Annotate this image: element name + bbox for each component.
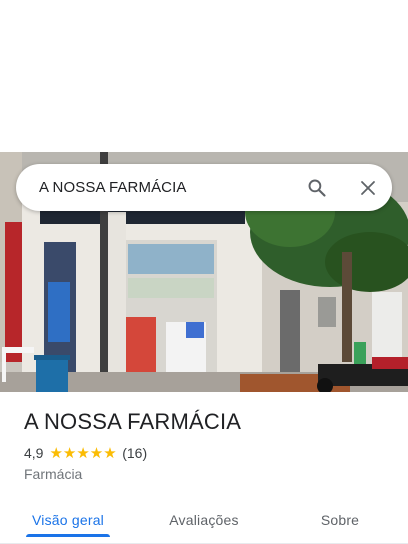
- rating-value: 4,9: [24, 445, 44, 461]
- close-icon[interactable]: [356, 176, 380, 200]
- tab-reviews[interactable]: Avaliações: [136, 496, 272, 543]
- search-bar[interactable]: A NOSSA FARMÁCIA: [16, 164, 392, 211]
- star-icon: ★★★★★: [49, 444, 117, 462]
- tab-about[interactable]: Sobre: [272, 496, 408, 543]
- search-input[interactable]: A NOSSA FARMÁCIA: [39, 179, 305, 196]
- tab-bar: Visão geral Avaliações Sobre: [0, 496, 408, 544]
- place-category[interactable]: Farmácia: [24, 466, 392, 482]
- review-count[interactable]: (16): [122, 445, 147, 461]
- tab-overview[interactable]: Visão geral: [0, 496, 136, 543]
- star-rating: ★★★★★: [49, 446, 117, 461]
- search-icon[interactable]: [305, 176, 329, 200]
- place-title: A NOSSA FARMÁCIA: [24, 409, 242, 434]
- rating-row[interactable]: 4,9 ★★★★★ (16): [24, 443, 392, 463]
- place-info: A NOSSA FARMÁCIA 4,9 ★★★★★ (16) Farmácia: [24, 404, 392, 482]
